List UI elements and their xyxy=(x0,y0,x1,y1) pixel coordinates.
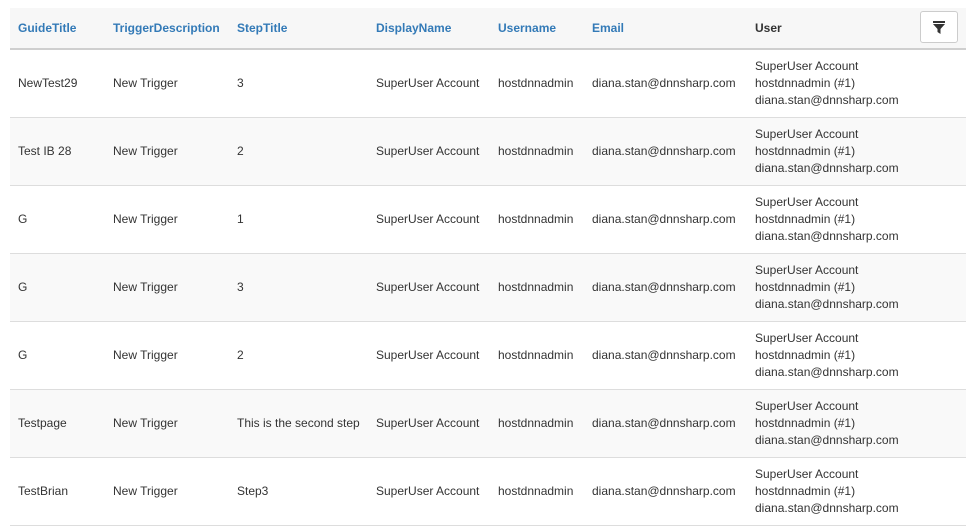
table-header: GuideTitle TriggerDescription StepTitle … xyxy=(10,8,966,50)
user-cell-line: hostdnnadmin (#1) xyxy=(755,76,856,90)
user-cell-line: hostdnnadmin (#1) xyxy=(755,144,856,158)
guide-title-cell: TestBrian xyxy=(18,484,69,498)
user-cell-line: SuperUser Account xyxy=(755,59,859,73)
display-name-cell: SuperUser Account xyxy=(376,416,480,430)
table-row: Test IB 28 New Trigger 2 SuperUser Account h… xyxy=(10,118,966,186)
user-cell-line: hostdnnadmin (#1) xyxy=(755,348,856,362)
table-row: G New Trigger 1 SuperUser Account hostdnnadm… xyxy=(10,186,966,254)
user-cell: SuperUser Account hostdnnadmin (#1) diana.… xyxy=(747,398,917,449)
user-cell-line: SuperUser Account xyxy=(755,467,859,481)
data-grid: GuideTitle TriggerDescription StepTitle … xyxy=(10,8,966,526)
guide-title-cell: NewTest29 xyxy=(18,76,78,90)
table-row: TestBrian New Trigger Step3 SuperUser Accou… xyxy=(10,458,966,526)
step-title-cell: 2 xyxy=(237,348,244,362)
trigger-description-cell: New Trigger xyxy=(113,76,178,90)
table-row: Testpage New Trigger This is the second st… xyxy=(10,390,966,458)
display-name-cell: SuperUser Account xyxy=(376,484,480,498)
user-cell: SuperUser Account hostdnnadmin (#1) diana.… xyxy=(747,58,917,109)
step-title-cell: 1 xyxy=(237,212,244,226)
user-cell-line: SuperUser Account xyxy=(755,263,859,277)
table-row: G New Trigger 3 SuperUser Account hostdnnadm… xyxy=(10,254,966,322)
display-name-cell: SuperUser Account xyxy=(376,144,480,158)
user-cell-line: SuperUser Account xyxy=(755,331,859,345)
user-cell: SuperUser Account hostdnnadmin (#1) diana.… xyxy=(747,126,917,177)
user-cell-line: diana.stan@dnnsharp.com xyxy=(755,93,899,107)
username-cell: hostdnnadmin xyxy=(498,416,574,430)
display-name-cell: SuperUser Account xyxy=(376,212,480,226)
column-header-email[interactable]: Email xyxy=(584,21,747,35)
table-body: NewTest29 New Trigger 3 SuperUser Account ho… xyxy=(10,50,966,526)
guide-title-cell: G xyxy=(18,280,28,294)
user-cell-line: hostdnnadmin (#1) xyxy=(755,280,856,294)
step-title-cell: 3 xyxy=(237,280,244,294)
user-cell-line: diana.stan@dnnsharp.com xyxy=(755,433,899,447)
filter-icon xyxy=(933,20,945,34)
step-title-cell: 3 xyxy=(237,76,244,90)
username-cell: hostdnnadmin xyxy=(498,212,574,226)
username-cell: hostdnnadmin xyxy=(498,348,574,362)
email-cell: diana.stan@dnnsharp.com xyxy=(592,348,736,362)
column-header-user: User xyxy=(755,21,782,35)
user-cell-line: diana.stan@dnnsharp.com xyxy=(755,365,899,379)
table-row: G New Trigger 2 SuperUser Account hostdnnadm… xyxy=(10,322,966,390)
trigger-description-cell: New Trigger xyxy=(113,416,178,430)
user-cell-line: diana.stan@dnnsharp.com xyxy=(755,161,899,175)
column-header-username[interactable]: Username xyxy=(490,21,584,35)
trigger-description-cell: New Trigger xyxy=(113,484,178,498)
step-title-cell: 2 xyxy=(237,144,244,158)
guide-title-cell: G xyxy=(18,212,28,226)
username-cell: hostdnnadmin xyxy=(498,144,574,158)
user-cell-line: SuperUser Account xyxy=(755,195,859,209)
user-cell-line: SuperUser Account xyxy=(755,127,859,141)
user-cell-line: hostdnnadmin (#1) xyxy=(755,212,856,226)
user-cell: SuperUser Account hostdnnadmin (#1) diana.… xyxy=(747,194,917,245)
user-cell: SuperUser Account hostdnnadmin (#1) diana.… xyxy=(747,262,917,313)
email-cell: diana.stan@dnnsharp.com xyxy=(592,144,736,158)
user-cell-line: hostdnnadmin (#1) xyxy=(755,484,856,498)
email-cell: diana.stan@dnnsharp.com xyxy=(592,280,736,294)
user-cell-line: diana.stan@dnnsharp.com xyxy=(755,229,899,243)
display-name-cell: SuperUser Account xyxy=(376,348,480,362)
display-name-cell: SuperUser Account xyxy=(376,76,480,90)
column-header-displayname[interactable]: DisplayName xyxy=(368,21,490,35)
trigger-description-cell: New Trigger xyxy=(113,348,178,362)
column-header-steptitle[interactable]: StepTitle xyxy=(229,21,368,35)
user-cell-line: diana.stan@dnnsharp.com xyxy=(755,297,899,311)
username-cell: hostdnnadmin xyxy=(498,280,574,294)
filter-button[interactable] xyxy=(920,11,958,43)
user-cell-line: diana.stan@dnnsharp.com xyxy=(755,501,899,515)
guide-title-cell: G xyxy=(18,348,28,362)
user-cell-line: SuperUser Account xyxy=(755,399,859,413)
trigger-description-cell: New Trigger xyxy=(113,212,178,226)
email-cell: diana.stan@dnnsharp.com xyxy=(592,484,736,498)
guide-title-cell: Test IB 28 xyxy=(18,144,72,158)
email-cell: diana.stan@dnnsharp.com xyxy=(592,416,736,430)
display-name-cell: SuperUser Account xyxy=(376,280,480,294)
trigger-description-cell: New Trigger xyxy=(113,280,178,294)
username-cell: hostdnnadmin xyxy=(498,484,574,498)
step-title-cell: Step3 xyxy=(237,484,269,498)
user-cell-line: hostdnnadmin (#1) xyxy=(755,416,856,430)
column-header-guidetitle[interactable]: GuideTitle xyxy=(10,21,105,35)
step-title-cell: This is the second step xyxy=(237,416,360,430)
user-cell: SuperUser Account hostdnnadmin (#1) diana.… xyxy=(747,466,917,517)
username-cell: hostdnnadmin xyxy=(498,76,574,90)
table-row: NewTest29 New Trigger 3 SuperUser Account ho… xyxy=(10,50,966,118)
user-cell: SuperUser Account hostdnnadmin (#1) diana.… xyxy=(747,330,917,381)
guide-title-cell: Testpage xyxy=(18,416,67,430)
trigger-description-cell: New Trigger xyxy=(113,144,178,158)
email-cell: diana.stan@dnnsharp.com xyxy=(592,212,736,226)
column-header-triggerdescription[interactable]: TriggerDescription xyxy=(105,21,229,35)
email-cell: diana.stan@dnnsharp.com xyxy=(592,76,736,90)
